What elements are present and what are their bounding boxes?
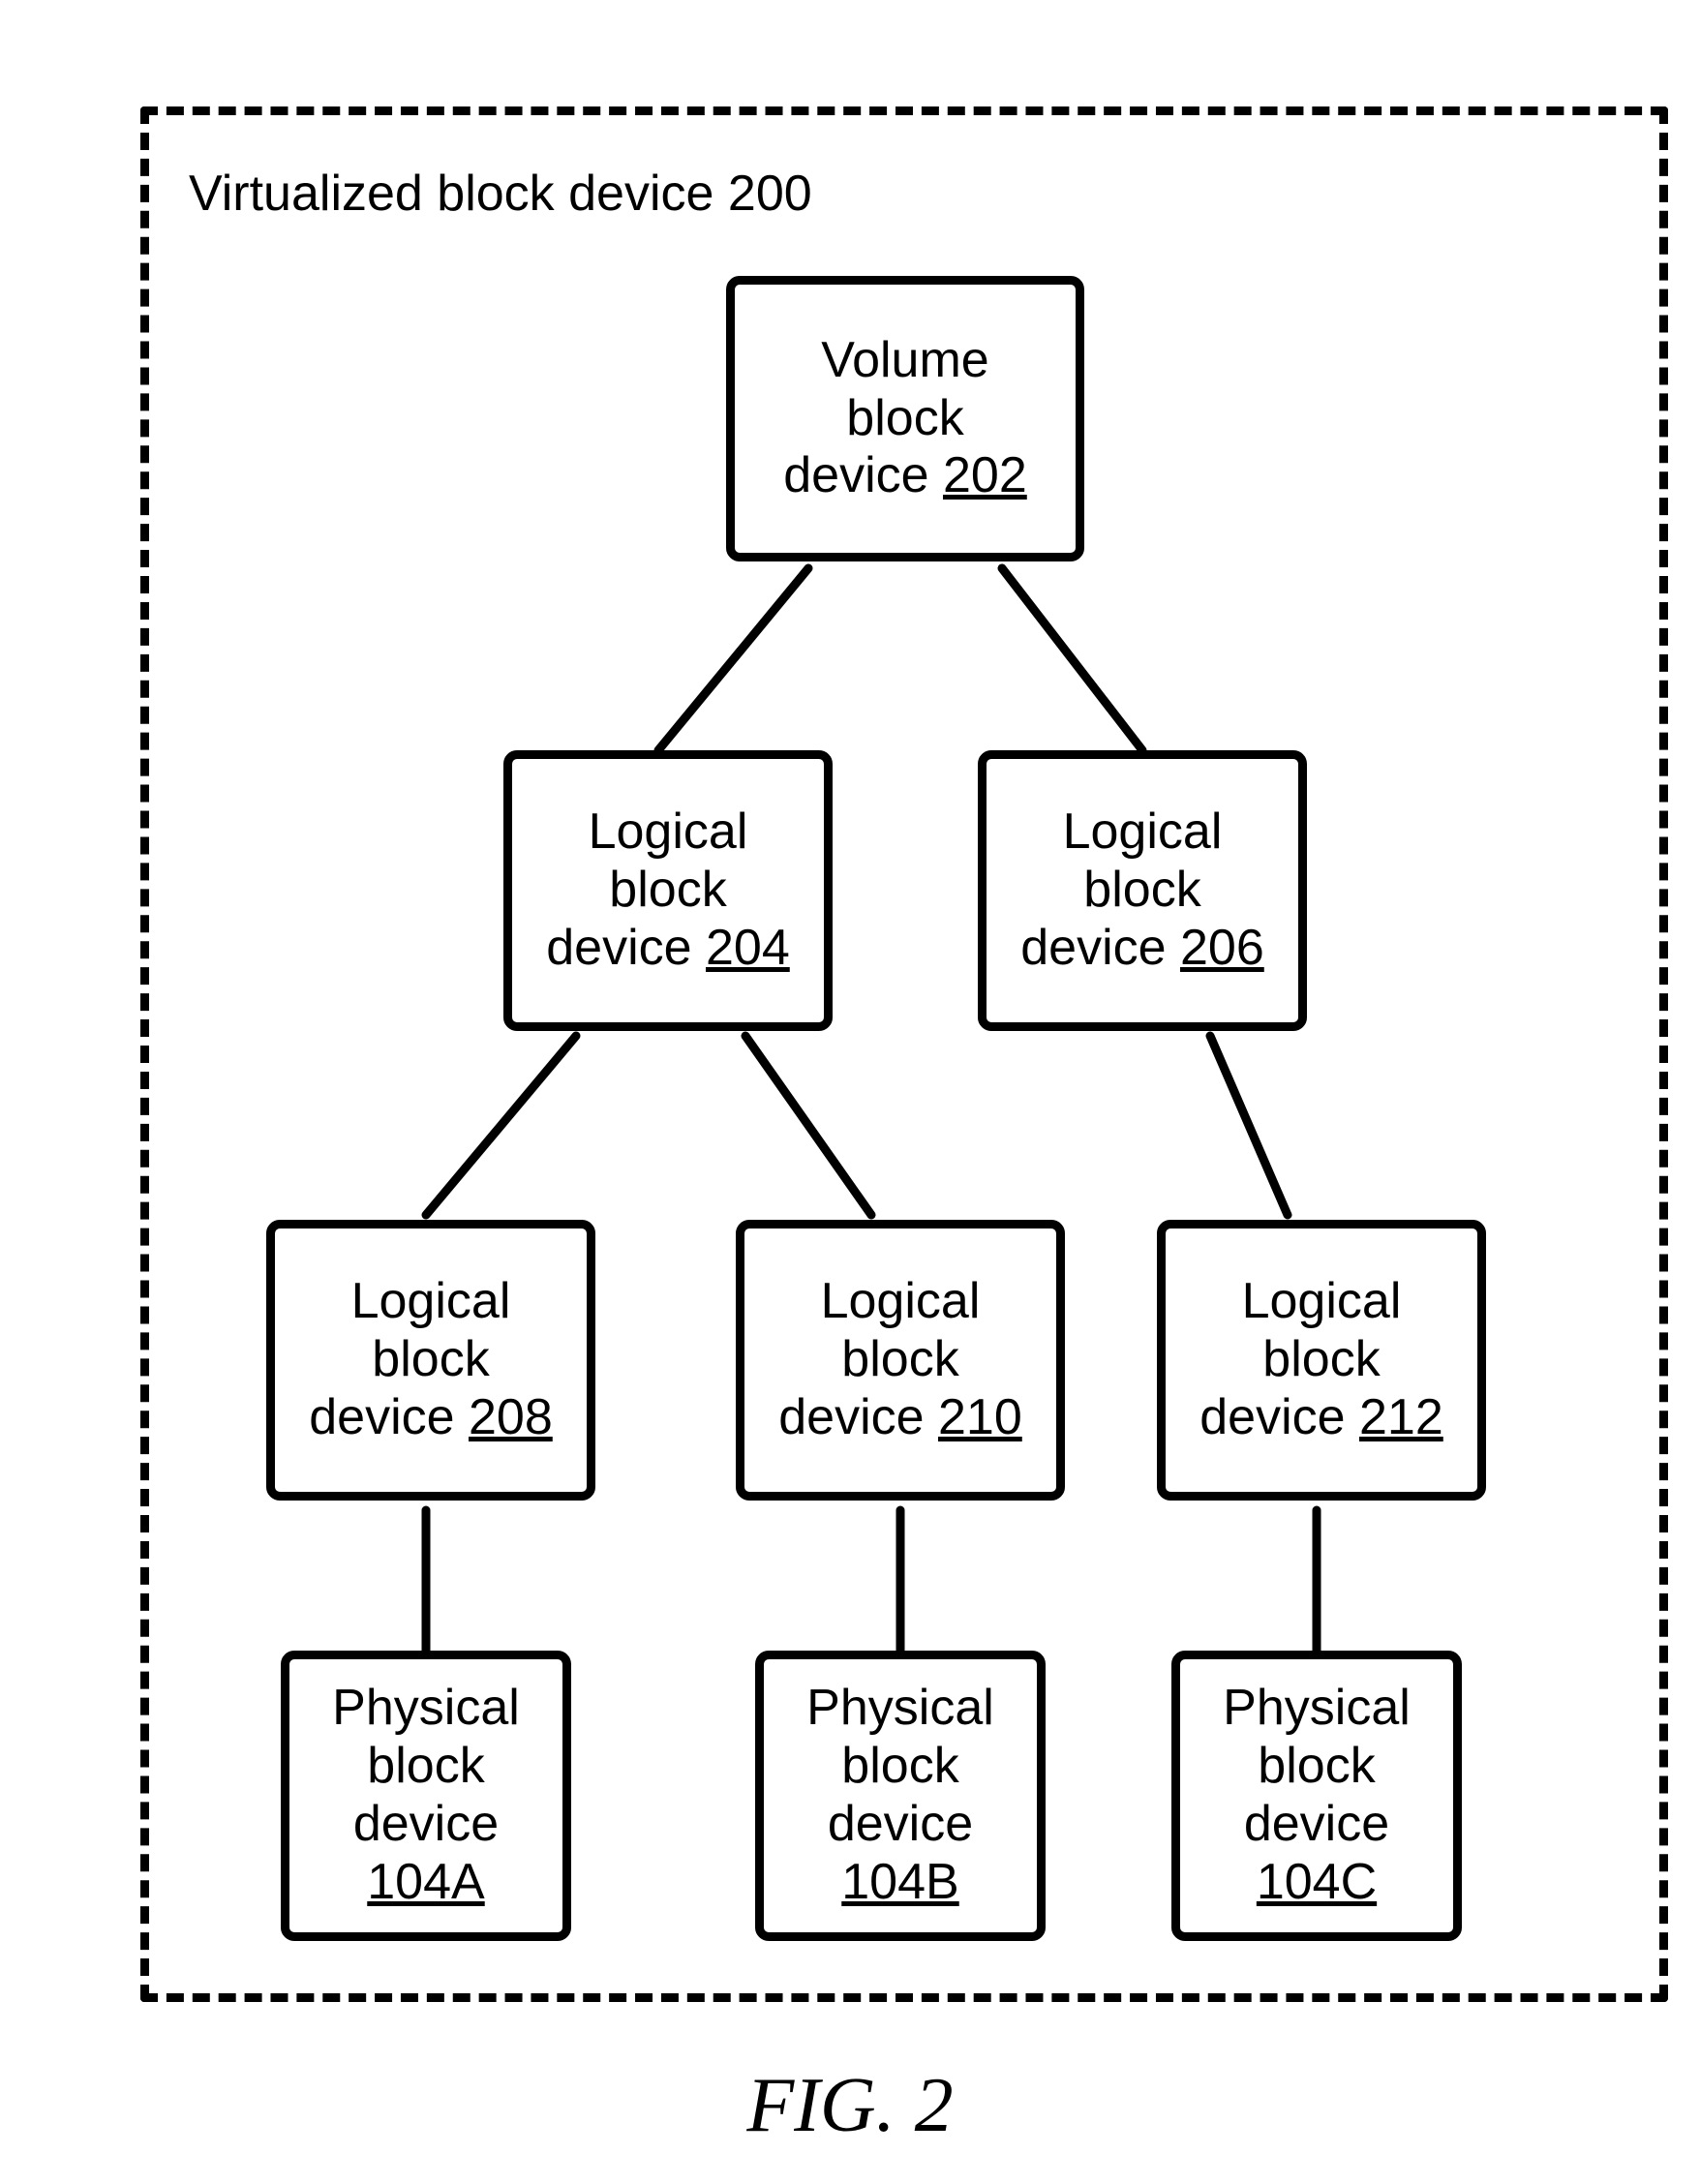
diagram-canvas: Virtualized block device 200 Volume bloc… <box>0 0 1700 2184</box>
figure-caption: FIG. 2 <box>0 2062 1700 2150</box>
logical-block-device-206: Logical block device 206 <box>978 750 1307 1031</box>
node-line2: block <box>846 390 963 448</box>
node-line3: device 202 <box>783 447 1027 505</box>
logical-block-device-212: Logical block device 212 <box>1157 1220 1486 1501</box>
physical-block-device-104a: Physical block device 104A <box>281 1651 571 1941</box>
volume-block-device-202: Volume block device 202 <box>726 276 1084 561</box>
logical-block-device-210: Logical block device 210 <box>736 1220 1065 1501</box>
physical-block-device-104b: Physical block device 104B <box>755 1651 1046 1941</box>
logical-block-device-208: Logical block device 208 <box>266 1220 595 1501</box>
logical-block-device-204: Logical block device 204 <box>503 750 833 1031</box>
physical-block-device-104c: Physical block device 104C <box>1171 1651 1462 1941</box>
node-ref: 202 <box>943 447 1027 503</box>
node-line1: Volume <box>821 332 988 390</box>
